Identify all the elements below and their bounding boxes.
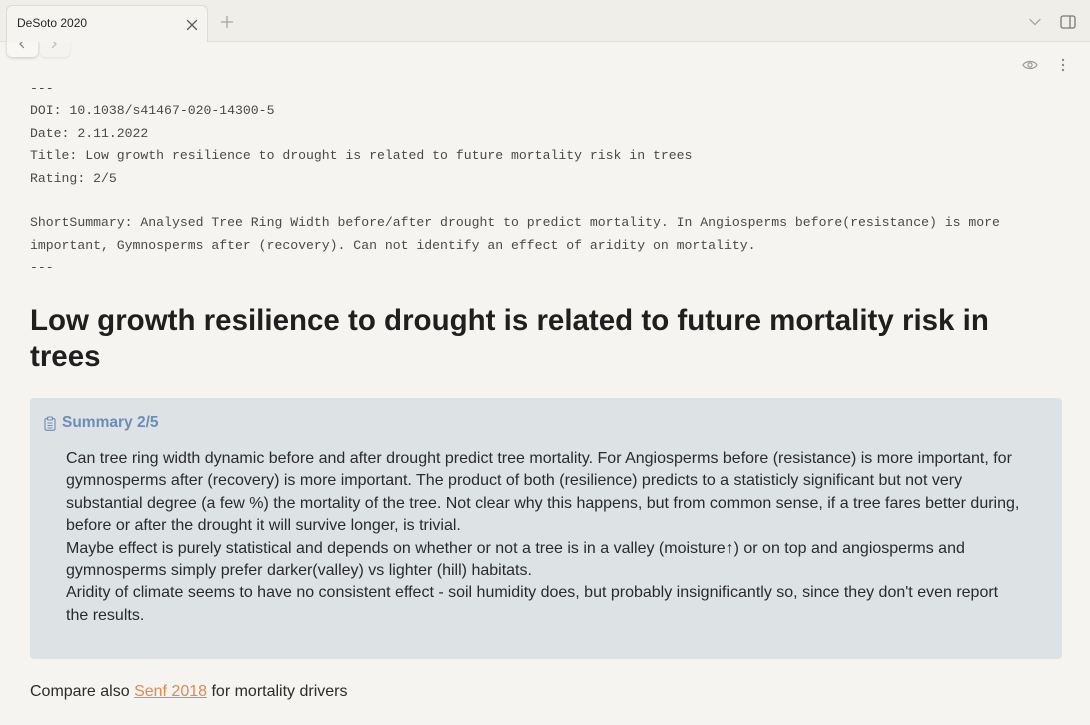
- callout-paragraph: Maybe effect is purely statistical and d…: [66, 538, 1019, 583]
- callout-title: Summary 2/5: [62, 414, 159, 431]
- eye-icon: [1022, 60, 1038, 70]
- internal-link-senf-2018[interactable]: Senf 2018: [134, 683, 207, 700]
- tab-desoto-2020[interactable]: DeSoto 2020: [6, 5, 208, 42]
- compare-note: Compare also Senf 2018 for mortality dri…: [30, 681, 348, 703]
- frontmatter-field-date: Date: 2.11.2022: [30, 125, 149, 141]
- tab-bar: DeSoto 2020: [0, 0, 1090, 42]
- callout-line: Maybe effect is purely statistical and d…: [66, 539, 965, 557]
- more-options-button[interactable]: [1061, 58, 1065, 72]
- callout-line: before or after the drought it will surv…: [66, 517, 461, 535]
- frontmatter-field-doi: DOI: 10.1038/s41467-020-14300-5: [30, 103, 275, 119]
- frontmatter-field-rating: Rating: 2/5: [30, 170, 117, 186]
- reading-view-button[interactable]: [1022, 59, 1038, 71]
- tab-list-button[interactable]: [1028, 15, 1042, 29]
- callout-line: the results.: [66, 606, 145, 624]
- clipboard-list-icon: [44, 416, 56, 431]
- frontmatter-field-title: Title: Low growth resilience to drought …: [30, 148, 693, 164]
- frontmatter: --- DOI: 10.1038/s41467-020-14300-5 Date…: [30, 78, 1060, 280]
- callout-line: Can tree ring width dynamic before and a…: [66, 450, 1012, 467]
- callout-paragraph: Can tree ring width dynamic before and a…: [66, 448, 1019, 538]
- compare-note-prefix: Compare also: [30, 683, 130, 700]
- callout-paragraph: Aridity of climate seems to have no cons…: [66, 582, 1019, 627]
- callout-line: gymnosperms after (recovery) is more imp…: [66, 472, 963, 490]
- frontmatter-field-short-summary: ShortSummary: Analysed Tree Ring Width b…: [30, 215, 1000, 253]
- callout-body: Can tree ring width dynamic before and a…: [66, 448, 1019, 627]
- summary-callout: Summary 2/5 Can tree ring width dynamic …: [30, 398, 1062, 659]
- sidebar-right-icon: [1060, 15, 1076, 29]
- page-title: Low growth resilience to drought is rela…: [30, 304, 989, 373]
- callout-line: substantial degree (a few %) the mortali…: [66, 494, 1020, 512]
- chevron-down-icon: [1029, 18, 1041, 26]
- new-tab-button[interactable]: [220, 15, 234, 29]
- sidebar-toggle-button[interactable]: [1060, 15, 1076, 29]
- plus-icon: [220, 15, 234, 29]
- callout-line: Aridity of climate seems to have no cons…: [66, 584, 999, 602]
- tab-title: DeSoto 2020: [17, 16, 88, 30]
- frontmatter-delimiter: ---: [30, 260, 54, 276]
- note-editor[interactable]: --- DOI: 10.1038/s41467-020-14300-5 Date…: [0, 42, 1090, 725]
- frontmatter-delimiter: ---: [30, 81, 54, 96]
- close-icon[interactable]: [186, 19, 198, 31]
- compare-note-suffix: for mortality drivers: [211, 683, 348, 700]
- more-vertical-icon: [1061, 58, 1065, 72]
- callout-line: gymnosperms simply prefer darker(valley)…: [66, 562, 532, 580]
